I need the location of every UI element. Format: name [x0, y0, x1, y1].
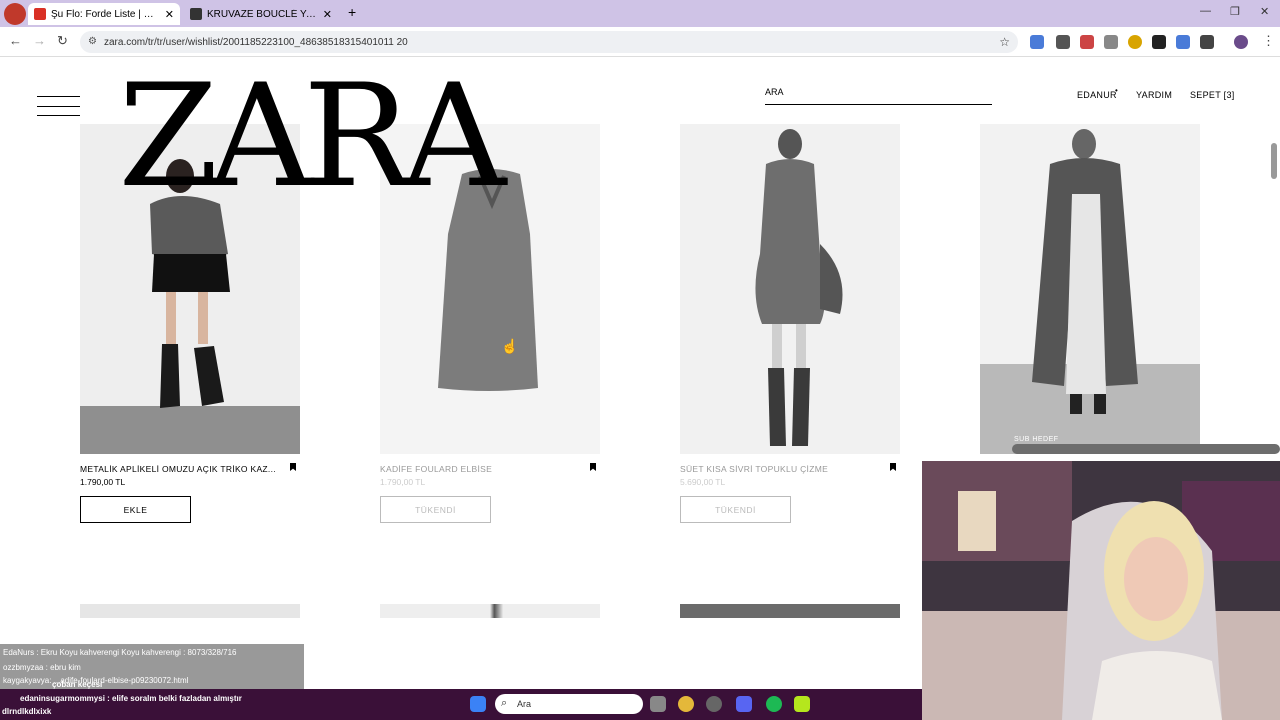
- discord-icon[interactable]: [736, 696, 752, 712]
- puzzle-extensions-icon[interactable]: [1200, 35, 1214, 49]
- chat-message: dlrndlkdlxixk: [2, 707, 52, 716]
- product-image-6[interactable]: [380, 604, 600, 618]
- search-input[interactable]: ARA: [765, 86, 992, 105]
- windows-start-icon[interactable]: [470, 696, 486, 712]
- product-price: 1.790,00 TL: [380, 477, 426, 487]
- product-image-5[interactable]: [80, 604, 300, 618]
- zara-logo[interactable]: ZARA: [118, 66, 506, 208]
- product-price: 1.790,00 TL: [80, 477, 126, 487]
- product-price: 5.690,00 TL: [680, 477, 726, 487]
- chat-message: EdaNurs : Ekru Koyu kahverengi Koyu kahv…: [3, 648, 237, 657]
- notification-dot-icon: •: [1115, 86, 1118, 95]
- app-icon[interactable]: [706, 696, 722, 712]
- tab-title: Şu Flo: Forde Liste | ZARA Türkiye: [51, 8, 159, 20]
- add-button[interactable]: EKLE: [80, 496, 191, 523]
- minimize-icon[interactable]: —: [1200, 5, 1211, 17]
- webcam-feed: [922, 461, 1280, 720]
- sub-goal-progress-bar: [1012, 444, 1280, 454]
- taskbar-search[interactable]: ⌕ Ara: [495, 694, 643, 714]
- chrome-icon[interactable]: [678, 696, 694, 712]
- tab-product[interactable]: KRUVAZE BOUCLÉ YARIM KABAN ✕: [184, 3, 338, 25]
- extension-icon[interactable]: [1104, 35, 1118, 49]
- close-tab-icon[interactable]: ✕: [159, 8, 174, 21]
- browser-toolbar: ← → ↻ ⚙ zara.com/tr/tr/user/wishlist/200…: [0, 27, 1280, 57]
- product-image-3[interactable]: [680, 124, 900, 454]
- live-app-icon[interactable]: [794, 696, 810, 712]
- bookmark-icon[interactable]: [290, 463, 296, 471]
- chat-message: edaninsugarmommysi : elife soralm belki …: [20, 694, 242, 703]
- close-tab-icon[interactable]: ✕: [317, 8, 332, 21]
- product-image-7[interactable]: [680, 604, 900, 618]
- mouse-cursor-icon: ☝: [501, 338, 519, 354]
- browser-tab-bar: Şu Flo: Forde Liste | ZARA Türkiye ✕ KRU…: [0, 0, 1280, 27]
- stream-chat-overlay: EdaNurs : Ekru Koyu kahverengi Koyu kahv…: [0, 644, 304, 690]
- tab-wishlist[interactable]: Şu Flo: Forde Liste | ZARA Türkiye ✕: [28, 3, 180, 25]
- sold-out-button: TÜKENDİ: [380, 496, 491, 523]
- bookmark-icon[interactable]: [590, 463, 596, 471]
- site-info-icon[interactable]: ⚙: [88, 36, 97, 47]
- extension-icon[interactable]: [1128, 35, 1142, 49]
- extension-icon[interactable]: [1056, 35, 1070, 49]
- product-name[interactable]: SÜET KISA SİVRİ TOPUKLU ÇİZME: [680, 464, 828, 474]
- task-view-icon[interactable]: [650, 696, 666, 712]
- sub-goal-label: SUB HEDEF: [1014, 436, 1059, 443]
- bookmark-star-icon[interactable]: ☆: [999, 35, 1010, 49]
- translate-extension-icon[interactable]: [1030, 35, 1044, 49]
- new-tab-button[interactable]: +: [348, 4, 356, 20]
- restore-icon[interactable]: ❐: [1230, 5, 1240, 18]
- tab-favicon-icon: [34, 8, 46, 20]
- product-image-4[interactable]: [980, 124, 1200, 454]
- bookmark-icon[interactable]: [890, 463, 896, 471]
- help-link[interactable]: YARDIM: [1136, 90, 1172, 100]
- search-icon: ⌕: [501, 697, 508, 709]
- product-name[interactable]: METALİK APLİKELİ OMUZU AÇIK TRİKO KAZ...: [80, 464, 276, 474]
- close-window-icon[interactable]: ✕: [1260, 5, 1269, 18]
- user-link[interactable]: EDANUR: [1077, 90, 1117, 100]
- url-text: zara.com/tr/tr/user/wishlist/20011852231…: [104, 36, 408, 48]
- profile-avatar[interactable]: [1234, 35, 1248, 49]
- forward-icon[interactable]: →: [33, 33, 46, 48]
- cart-link[interactable]: SEPET [3]: [1190, 90, 1235, 100]
- sold-out-button: TÜKENDİ: [680, 496, 791, 523]
- chat-message: ozzbmyzaa : ebru kim: [3, 663, 81, 672]
- spotify-icon[interactable]: [766, 696, 782, 712]
- browser-app-icon: [4, 3, 26, 25]
- page-scrollbar[interactable]: [1271, 143, 1277, 179]
- reload-icon[interactable]: ↻: [57, 33, 68, 49]
- tab-title: KRUVAZE BOUCLÉ YARIM KABAN: [207, 8, 317, 20]
- extension-icon[interactable]: [1080, 35, 1094, 49]
- taskbar-search-text: Ara: [517, 699, 532, 709]
- chat-message: çoban keçesi: [52, 680, 103, 689]
- zara-favicon-icon: [190, 8, 202, 20]
- address-bar[interactable]: ⚙ zara.com/tr/tr/user/wishlist/200118522…: [80, 31, 1018, 53]
- extension-icon[interactable]: [1176, 35, 1190, 49]
- back-icon[interactable]: ←: [9, 33, 22, 48]
- menu-kebab-icon[interactable]: ⋮: [1262, 33, 1275, 49]
- extension-icon[interactable]: [1152, 35, 1166, 49]
- product-name[interactable]: KADİFE FOULARD ELBİSE: [380, 464, 492, 474]
